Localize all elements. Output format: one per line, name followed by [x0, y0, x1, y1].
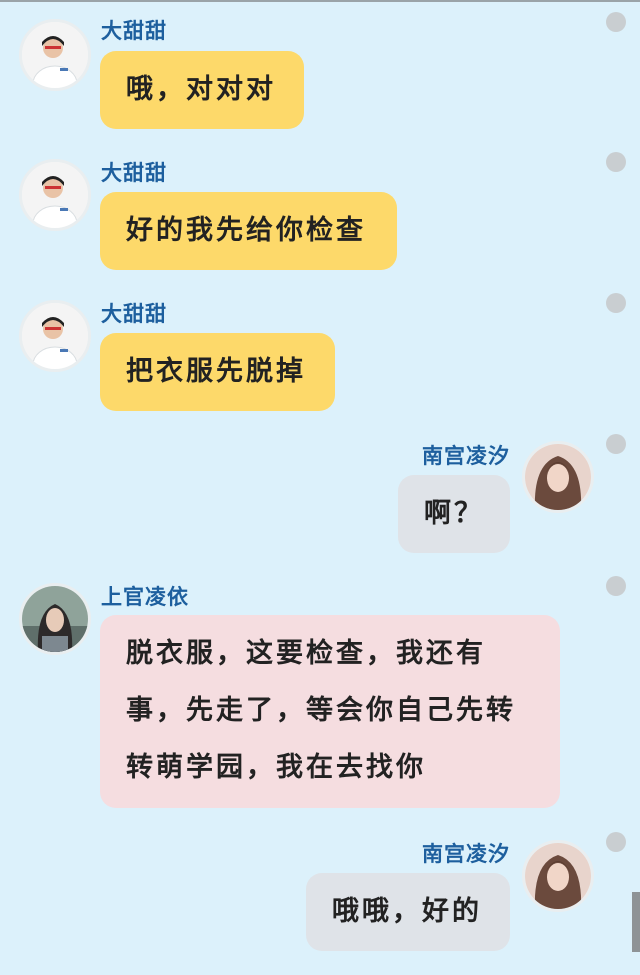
sender-name: 大甜甜 [101, 161, 167, 185]
doctor-avatar[interactable] [19, 300, 91, 372]
read-status-dot [606, 832, 626, 852]
message-bubble[interactable]: 脱衣服，这要检查，我还有 事，先走了，等会你自己先转 转萌学园，我在去找你 [100, 615, 560, 808]
doctor-avatar[interactable] [19, 19, 91, 91]
read-status-dot [606, 434, 626, 454]
message-bubble[interactable]: 哦哦，好的 [306, 873, 510, 951]
message-bubble[interactable]: 哦，对对对 [100, 51, 304, 129]
read-status-dot [606, 152, 626, 172]
read-status-dot [606, 293, 626, 313]
sender-name: 上官凌依 [101, 585, 189, 609]
message-bubble[interactable]: 好的我先给你检查 [100, 192, 397, 270]
message-line: 转萌学园，我在去找你 [126, 752, 426, 783]
message-line: 脱衣服，这要检查，我还有 [126, 638, 486, 669]
girl-avatar[interactable] [522, 840, 594, 912]
doctor-avatar[interactable] [19, 159, 91, 231]
girl-avatar[interactable] [522, 441, 594, 513]
message-bubble[interactable]: 啊？ [398, 475, 510, 553]
read-status-dot [606, 12, 626, 32]
sender-name: 大甜甜 [101, 302, 167, 326]
sender-name: 南宫凌汐 [422, 842, 510, 866]
sender-name: 南宫凌汐 [422, 444, 510, 468]
woman-avatar[interactable] [19, 583, 91, 655]
top-divider [0, 0, 640, 2]
read-status-dot [606, 576, 626, 596]
message-bubble[interactable]: 把衣服先脱掉 [100, 333, 335, 411]
sender-name: 大甜甜 [101, 19, 167, 43]
message-line: 事，先走了，等会你自己先转 [126, 695, 516, 726]
scrollbar[interactable] [632, 892, 640, 952]
